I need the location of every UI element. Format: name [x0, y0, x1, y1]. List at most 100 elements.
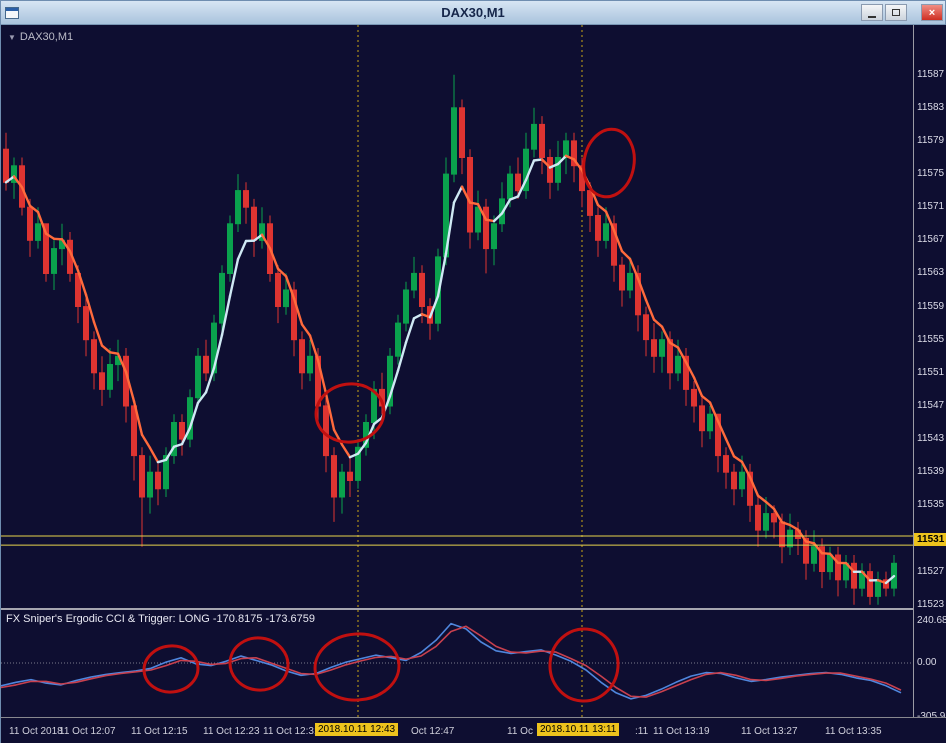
- price-tick-label: 11579: [917, 134, 945, 146]
- restore-button[interactable]: [885, 4, 907, 21]
- price-axis[interactable]: 11531 11587 11583 11579 11575 11571 11567 1156…: [913, 25, 946, 722]
- window-icon: [5, 6, 19, 19]
- candle-body: [459, 107, 465, 159]
- ma-segment: [724, 437, 736, 458]
- candle: [539, 116, 545, 175]
- time-axis[interactable]: 11 Oct 2018 11 Oct 12:07 11 Oct 12:15 11 Oc…: [1, 717, 946, 743]
- candle: [659, 331, 665, 373]
- candle-body: [403, 289, 409, 324]
- indicator-canvas[interactable]: [1, 610, 913, 717]
- ma-segment: [764, 500, 776, 511]
- candle-body: [91, 339, 97, 374]
- price-tick-label: 11527: [917, 565, 945, 577]
- candle: [755, 497, 761, 547]
- ma-segment: [236, 239, 248, 261]
- ma-segment: [652, 318, 664, 328]
- time-axis-label: 11 Oct 12:31: [263, 726, 320, 737]
- candle: [475, 190, 481, 241]
- time-axis-tag: 2018.10.11 12:43: [315, 723, 399, 736]
- ma-segment: [620, 249, 632, 261]
- candle: [227, 215, 233, 282]
- candle: [843, 555, 849, 589]
- ma-segment: [108, 351, 120, 355]
- ma-segment: [484, 218, 496, 223]
- candle-body: [147, 471, 153, 498]
- candle-body: [451, 107, 457, 175]
- candle-body: [227, 223, 233, 275]
- price-tick-label: 11543: [917, 433, 945, 445]
- candle: [259, 207, 265, 249]
- restore-icon: [892, 9, 900, 16]
- title-bar[interactable]: DAX30,M1 ×: [1, 1, 945, 25]
- time-axis-tag: 2018.10.11 13:11: [537, 723, 620, 736]
- candle: [171, 414, 177, 464]
- candle: [347, 455, 353, 497]
- candle: [411, 256, 417, 299]
- ma-segment: [148, 446, 160, 464]
- ma-segment: [532, 158, 544, 162]
- chevron-down-icon: ▼: [8, 32, 16, 42]
- candle: [731, 463, 737, 506]
- annotation-circle: [313, 632, 401, 702]
- candle-body: [587, 190, 593, 216]
- candle-body: [507, 173, 513, 200]
- candle: [483, 198, 489, 274]
- price-tick-label: 11567: [917, 234, 945, 246]
- candle: [139, 447, 145, 547]
- candle: [275, 265, 281, 324]
- candle: [835, 546, 841, 597]
- candle-body: [539, 123, 545, 158]
- time-axis-label: 11 Oct 13:19: [653, 726, 710, 737]
- candle: [251, 198, 257, 257]
- candle-body: [323, 405, 329, 457]
- minimize-button[interactable]: [861, 4, 883, 21]
- indicator-tick-label: 0.00: [917, 657, 937, 668]
- candle-body: [651, 339, 657, 357]
- candle: [355, 439, 361, 489]
- current-price-tag: 11531: [914, 533, 946, 547]
- price-tick-label: 11563: [917, 267, 945, 279]
- candle: [875, 571, 881, 605]
- price-tick-label: 11583: [917, 101, 945, 113]
- candle: [363, 414, 369, 456]
- candle: [459, 99, 465, 175]
- time-axis-label: 11 Oct 2018: [9, 726, 63, 737]
- candle: [147, 455, 153, 514]
- ma-segment: [52, 237, 64, 241]
- ma-segment: [700, 394, 712, 404]
- candle: [107, 348, 113, 398]
- time-axis-label: 11 Oct 12:15: [131, 726, 188, 737]
- ma-segment: [732, 455, 744, 464]
- candle-body: [467, 157, 473, 233]
- ma-segment: [412, 313, 424, 320]
- candle-body: [219, 272, 225, 324]
- annotation-circle: [582, 127, 636, 199]
- candle: [179, 414, 185, 456]
- candle-body: [875, 579, 881, 597]
- candle: [195, 348, 201, 406]
- candle-body: [243, 190, 249, 208]
- main-chart-canvas[interactable]: [1, 25, 913, 608]
- candle: [395, 314, 401, 365]
- candle: [339, 463, 345, 514]
- drawn-circles: [314, 127, 636, 444]
- candle-body: [739, 471, 745, 490]
- price-tick-label: 11551: [917, 366, 945, 378]
- candle: [523, 132, 529, 199]
- time-axis-label: 11 Oct 13:35: [825, 726, 882, 737]
- time-axis-label: 11 Oct 13:27: [741, 726, 798, 737]
- price-tick-label: 11523: [917, 598, 945, 610]
- candle-body: [835, 554, 841, 581]
- window-controls: ×: [859, 4, 943, 21]
- close-button[interactable]: ×: [921, 4, 943, 21]
- candle: [547, 149, 553, 199]
- candle-body: [275, 272, 281, 307]
- ma-segment: [756, 494, 768, 504]
- ma-segment: [452, 185, 464, 204]
- horizontal-price-lines: [1, 535, 913, 546]
- symbol-label[interactable]: ▼ DAX30,M1: [8, 31, 73, 43]
- candle-body: [779, 521, 785, 548]
- candle-body: [235, 190, 241, 225]
- candle-body: [307, 355, 313, 374]
- candle: [795, 521, 801, 555]
